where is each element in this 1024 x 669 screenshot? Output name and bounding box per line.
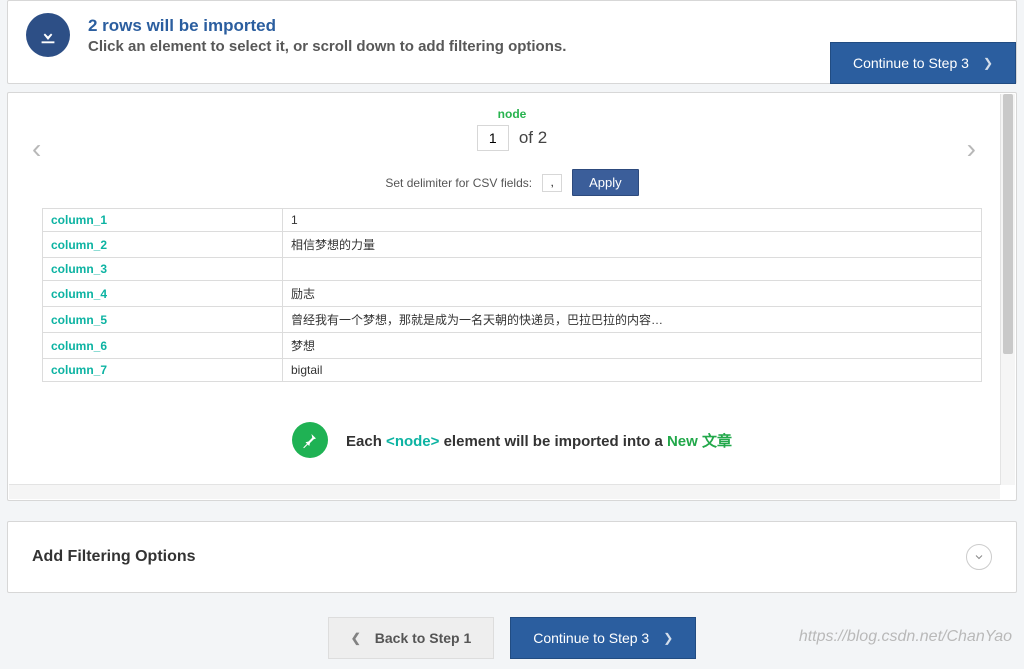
expand-filter-icon[interactable]: [966, 544, 992, 570]
column-key[interactable]: column_7: [43, 359, 283, 382]
hero-subtext: Click an element to select it, or scroll…: [88, 38, 566, 55]
filtering-title: Add Filtering Options: [32, 548, 196, 566]
next-record-arrow[interactable]: ›: [967, 133, 976, 165]
preview-panel: node ‹ › of 2 Set delimiter for CSV fiel…: [7, 92, 1017, 501]
column-value[interactable]: 励志: [283, 281, 982, 307]
column-value[interactable]: 曾经我有一个梦想，那就是成为一名天朝的快递员，巴拉巴拉的内容…: [283, 307, 982, 333]
footer-nav: ❮ Back to Step 1 Continue to Step 3 ❯: [7, 617, 1017, 659]
column-key[interactable]: column_3: [43, 258, 283, 281]
chevron-right-icon: ❯: [663, 631, 673, 645]
column-value[interactable]: 相信梦想的力量: [283, 232, 982, 258]
table-row[interactable]: column_11: [43, 209, 982, 232]
preview-table: column_11column_2相信梦想的力量column_3column_4…: [42, 208, 982, 382]
table-row[interactable]: column_3: [43, 258, 982, 281]
chevron-left-icon: ❮: [351, 631, 361, 645]
page-input[interactable]: [477, 125, 509, 151]
column-value[interactable]: bigtail: [283, 359, 982, 382]
hero-card: 2 rows will be imported Click an element…: [7, 0, 1017, 84]
delimiter-row: Set delimiter for CSV fields: Apply: [8, 169, 1016, 196]
back-button[interactable]: ❮ Back to Step 1: [328, 617, 495, 659]
pin-icon: [292, 422, 328, 458]
filtering-section[interactable]: Add Filtering Options: [7, 521, 1017, 593]
column-key[interactable]: column_1: [43, 209, 283, 232]
import-note-tag: node: [386, 433, 439, 450]
delimiter-input[interactable]: [542, 174, 562, 192]
column-key[interactable]: column_2: [43, 232, 283, 258]
table-row[interactable]: column_2相信梦想的力量: [43, 232, 982, 258]
horizontal-scrollbar[interactable]: [9, 484, 1000, 499]
import-note-new: New 文章: [667, 433, 732, 450]
vertical-scrollbar[interactable]: [1000, 94, 1015, 485]
page-of: of 2: [519, 128, 547, 148]
continue-button-bottom-label: Continue to Step 3: [533, 630, 649, 646]
table-row[interactable]: column_6梦想: [43, 333, 982, 359]
column-value[interactable]: 1: [283, 209, 982, 232]
table-row[interactable]: column_5曾经我有一个梦想，那就是成为一名天朝的快递员，巴拉巴拉的内容…: [43, 307, 982, 333]
delimiter-label: Set delimiter for CSV fields:: [385, 176, 532, 190]
continue-button-top[interactable]: Continue to Step 3 ❯: [830, 42, 1016, 84]
import-note-prefix: Each: [346, 433, 386, 450]
node-label: node: [8, 107, 1016, 121]
prev-record-arrow[interactable]: ‹: [32, 133, 41, 165]
download-icon: [26, 13, 70, 57]
table-row[interactable]: column_4励志: [43, 281, 982, 307]
import-note-mid: element will be imported into a: [444, 433, 667, 450]
continue-button-top-label: Continue to Step 3: [853, 55, 969, 71]
hero-headline: 2 rows will be imported: [88, 16, 566, 36]
back-button-label: Back to Step 1: [375, 630, 471, 646]
chevron-right-icon: ❯: [983, 56, 993, 70]
continue-button-bottom[interactable]: Continue to Step 3 ❯: [510, 617, 696, 659]
apply-button[interactable]: Apply: [572, 169, 639, 196]
column-key[interactable]: column_6: [43, 333, 283, 359]
column-key[interactable]: column_5: [43, 307, 283, 333]
hero-text: 2 rows will be imported Click an element…: [88, 16, 566, 55]
column-value[interactable]: 梦想: [283, 333, 982, 359]
import-note: Each node element will be imported into …: [8, 422, 1016, 458]
column-value[interactable]: [283, 258, 982, 281]
table-row[interactable]: column_7bigtail: [43, 359, 982, 382]
record-pager: of 2: [8, 125, 1016, 151]
column-key[interactable]: column_4: [43, 281, 283, 307]
